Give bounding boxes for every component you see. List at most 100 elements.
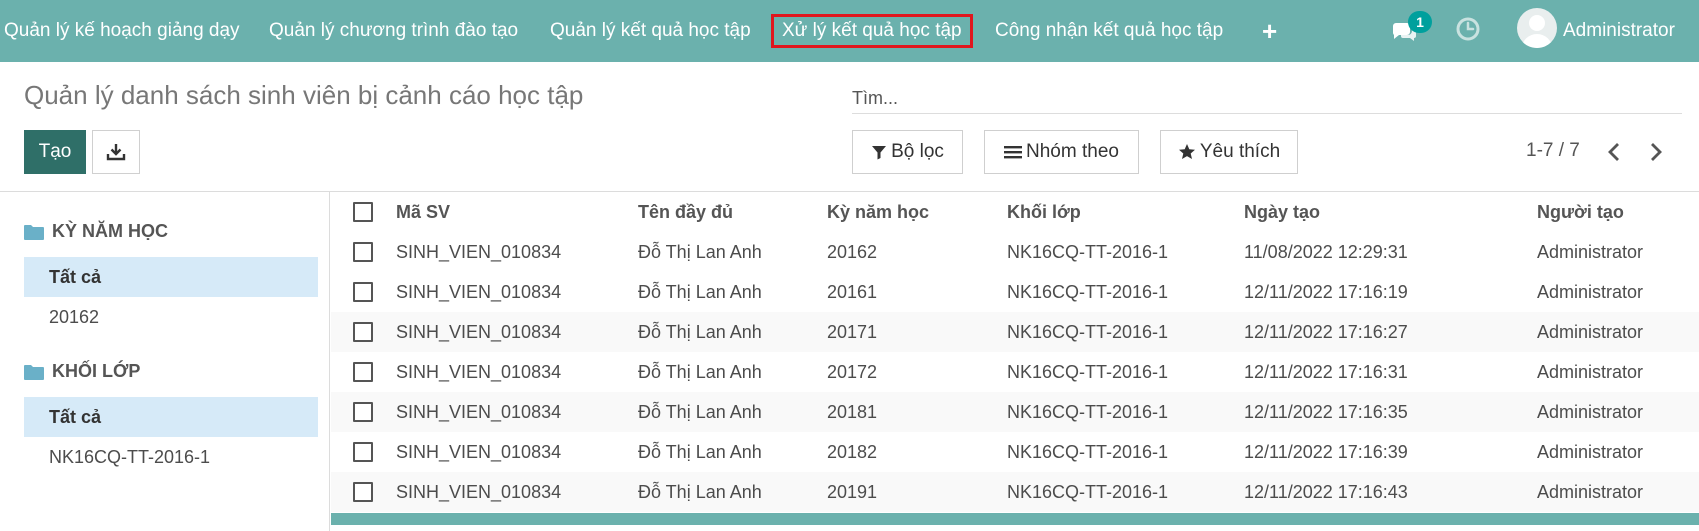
table-row[interactable]: SINH_VIEN_010834 Đỗ Thị Lan Anh 20171 NK… xyxy=(331,312,1699,352)
cell-created-by: Administrator xyxy=(1537,442,1644,462)
cell-class: NK16CQ-TT-2016-1 xyxy=(1007,402,1169,422)
cell-created-by: Administrator xyxy=(1537,242,1644,262)
cell-created-by: Administrator xyxy=(1537,322,1644,342)
cell-full-name: Đỗ Thị Lan Anh xyxy=(638,282,762,302)
column-header-created-by[interactable]: Người tạo xyxy=(1537,192,1624,232)
cell-student-id: SINH_VIEN_010834 xyxy=(396,322,562,342)
row-checkbox[interactable] xyxy=(353,362,373,382)
cell-student-id: SINH_VIEN_010834 xyxy=(396,282,562,302)
table-row[interactable]: SINH_VIEN_010834 Đỗ Thị Lan Anh 20172 NK… xyxy=(331,352,1699,392)
pager-next-button[interactable] xyxy=(1644,138,1668,166)
semester-filter-all[interactable]: Tất cả xyxy=(24,257,318,297)
cell-class: NK16CQ-TT-2016-1 xyxy=(1007,482,1169,502)
cell-created-date: 12/11/2022 17:16:19 xyxy=(1244,282,1408,302)
folder-icon xyxy=(24,365,44,381)
top-navbar: Quản lý kế hoạch giảng dạy Quản lý chươn… xyxy=(0,0,1699,62)
cell-full-name: Đỗ Thị Lan Anh xyxy=(638,322,762,342)
section-title: KHỐI LỚP xyxy=(52,361,141,381)
menu-recognize-results[interactable]: Công nhận kết quả học tập xyxy=(995,14,1223,48)
download-button[interactable] xyxy=(92,130,140,174)
search-input[interactable] xyxy=(852,84,1682,112)
cell-semester: 20172 xyxy=(827,362,878,382)
cell-class: NK16CQ-TT-2016-1 xyxy=(1007,442,1169,462)
table-row[interactable]: SINH_VIEN_010834 Đỗ Thị Lan Anh 20161 NK… xyxy=(331,272,1699,312)
menu-process-results[interactable]: Xử lý kết quả học tập xyxy=(771,14,973,48)
row-checkbox[interactable] xyxy=(353,242,373,262)
cell-created-date: 12/11/2022 17:16:27 xyxy=(1244,322,1408,342)
row-checkbox[interactable] xyxy=(353,282,373,302)
cell-created-by: Administrator xyxy=(1537,402,1644,422)
records-table: Mã SV Tên đầy đủ Kỳ năm học Khối lớp Ngà… xyxy=(331,192,1699,531)
group-by-button[interactable]: Nhóm theo xyxy=(984,130,1139,174)
row-checkbox[interactable] xyxy=(353,322,373,342)
cell-full-name: Đỗ Thị Lan Anh xyxy=(638,442,762,462)
bars-icon xyxy=(1004,145,1023,159)
cell-student-id: SINH_VIEN_010834 xyxy=(396,402,562,422)
chat-count-badge: 1 xyxy=(1408,11,1432,33)
cell-semester: 20162 xyxy=(827,242,878,262)
favorites-button[interactable]: Yêu thích xyxy=(1160,130,1298,174)
table-row[interactable]: SINH_VIEN_010834 Đỗ Thị Lan Anh 20182 NK… xyxy=(331,432,1699,472)
section-header-class: KHỐI LỚP xyxy=(24,357,140,385)
cell-created-date: 12/11/2022 17:16:31 xyxy=(1244,362,1408,382)
favorites-label: Yêu thích xyxy=(1199,141,1281,162)
class-filter-item[interactable]: NK16CQ-TT-2016-1 xyxy=(24,437,318,477)
menu-training-program[interactable]: Quản lý chương trình đào tạo xyxy=(269,14,518,48)
download-icon xyxy=(106,144,126,161)
select-all-checkbox[interactable] xyxy=(353,202,373,222)
add-menu-button[interactable]: + xyxy=(1262,14,1277,48)
column-header-full-name[interactable]: Tên đầy đủ xyxy=(638,192,733,232)
table-row[interactable]: SINH_VIEN_010834 Đỗ Thị Lan Anh 20181 NK… xyxy=(331,392,1699,432)
cell-created-date: 12/11/2022 17:16:35 xyxy=(1244,402,1408,422)
cell-created-date: 12/11/2022 17:16:39 xyxy=(1244,442,1408,462)
clock-icon[interactable] xyxy=(1455,16,1481,42)
table-footer-bar xyxy=(331,513,1699,525)
cell-full-name: Đỗ Thị Lan Anh xyxy=(638,362,762,382)
column-header-created-date[interactable]: Ngày tạo xyxy=(1244,192,1320,232)
cell-student-id: SINH_VIEN_010834 xyxy=(396,362,562,382)
filter-label: Bộ lọc xyxy=(891,141,944,162)
cell-student-id: SINH_VIEN_010834 xyxy=(396,442,562,462)
column-header-student-id[interactable]: Mã SV xyxy=(396,192,450,232)
cell-class: NK16CQ-TT-2016-1 xyxy=(1007,322,1169,342)
cell-class: NK16CQ-TT-2016-1 xyxy=(1007,362,1169,382)
chevron-left-icon xyxy=(1608,143,1619,161)
cell-full-name: Đỗ Thị Lan Anh xyxy=(638,402,762,422)
cell-semester: 20191 xyxy=(827,482,878,502)
pager-value[interactable]: 1-7 / 7 xyxy=(1526,140,1580,162)
row-checkbox[interactable] xyxy=(353,442,373,462)
table-header: Mã SV Tên đầy đủ Kỳ năm học Khối lớp Ngà… xyxy=(331,192,1699,232)
menu-teaching-plan[interactable]: Quản lý kế hoạch giảng dạy xyxy=(4,14,240,48)
cell-class: NK16CQ-TT-2016-1 xyxy=(1007,282,1169,302)
cell-created-date: 12/11/2022 17:16:43 xyxy=(1244,482,1408,502)
section-header-semester: KỲ NĂM HỌC xyxy=(24,217,168,245)
cell-full-name: Đỗ Thị Lan Anh xyxy=(638,482,762,502)
semester-filter-item[interactable]: 20162 xyxy=(24,297,318,337)
star-icon xyxy=(1178,143,1195,159)
table-row[interactable]: SINH_VIEN_010834 Đỗ Thị Lan Anh 20162 NK… xyxy=(331,232,1699,272)
row-checkbox[interactable] xyxy=(353,482,373,502)
user-avatar-icon xyxy=(1522,15,1552,48)
row-checkbox[interactable] xyxy=(353,402,373,422)
filter-button[interactable]: Bộ lọc xyxy=(852,130,963,174)
cell-semester: 20161 xyxy=(827,282,878,302)
cell-created-by: Administrator xyxy=(1537,482,1644,502)
pager-previous-button[interactable] xyxy=(1602,138,1626,166)
create-button[interactable]: Tạo xyxy=(24,130,86,174)
column-header-class[interactable]: Khối lớp xyxy=(1007,192,1081,232)
user-menu[interactable]: Administrator xyxy=(1563,14,1675,48)
group-by-label: Nhóm theo xyxy=(1026,141,1119,162)
search-bar xyxy=(852,84,1682,114)
cell-semester: 20182 xyxy=(827,442,878,462)
avatar[interactable] xyxy=(1517,8,1557,48)
menu-learning-results[interactable]: Quản lý kết quả học tập xyxy=(550,14,751,48)
cell-student-id: SINH_VIEN_010834 xyxy=(396,482,562,502)
class-filter-all[interactable]: Tất cả xyxy=(24,397,318,437)
cell-class: NK16CQ-TT-2016-1 xyxy=(1007,242,1169,262)
cell-full-name: Đỗ Thị Lan Anh xyxy=(638,242,762,262)
cell-semester: 20171 xyxy=(827,322,878,342)
cell-semester: 20181 xyxy=(827,402,878,422)
chevron-right-icon xyxy=(1651,143,1662,161)
column-header-semester[interactable]: Kỳ năm học xyxy=(827,192,929,232)
table-row[interactable]: SINH_VIEN_010834 Đỗ Thị Lan Anh 20191 NK… xyxy=(331,472,1699,512)
